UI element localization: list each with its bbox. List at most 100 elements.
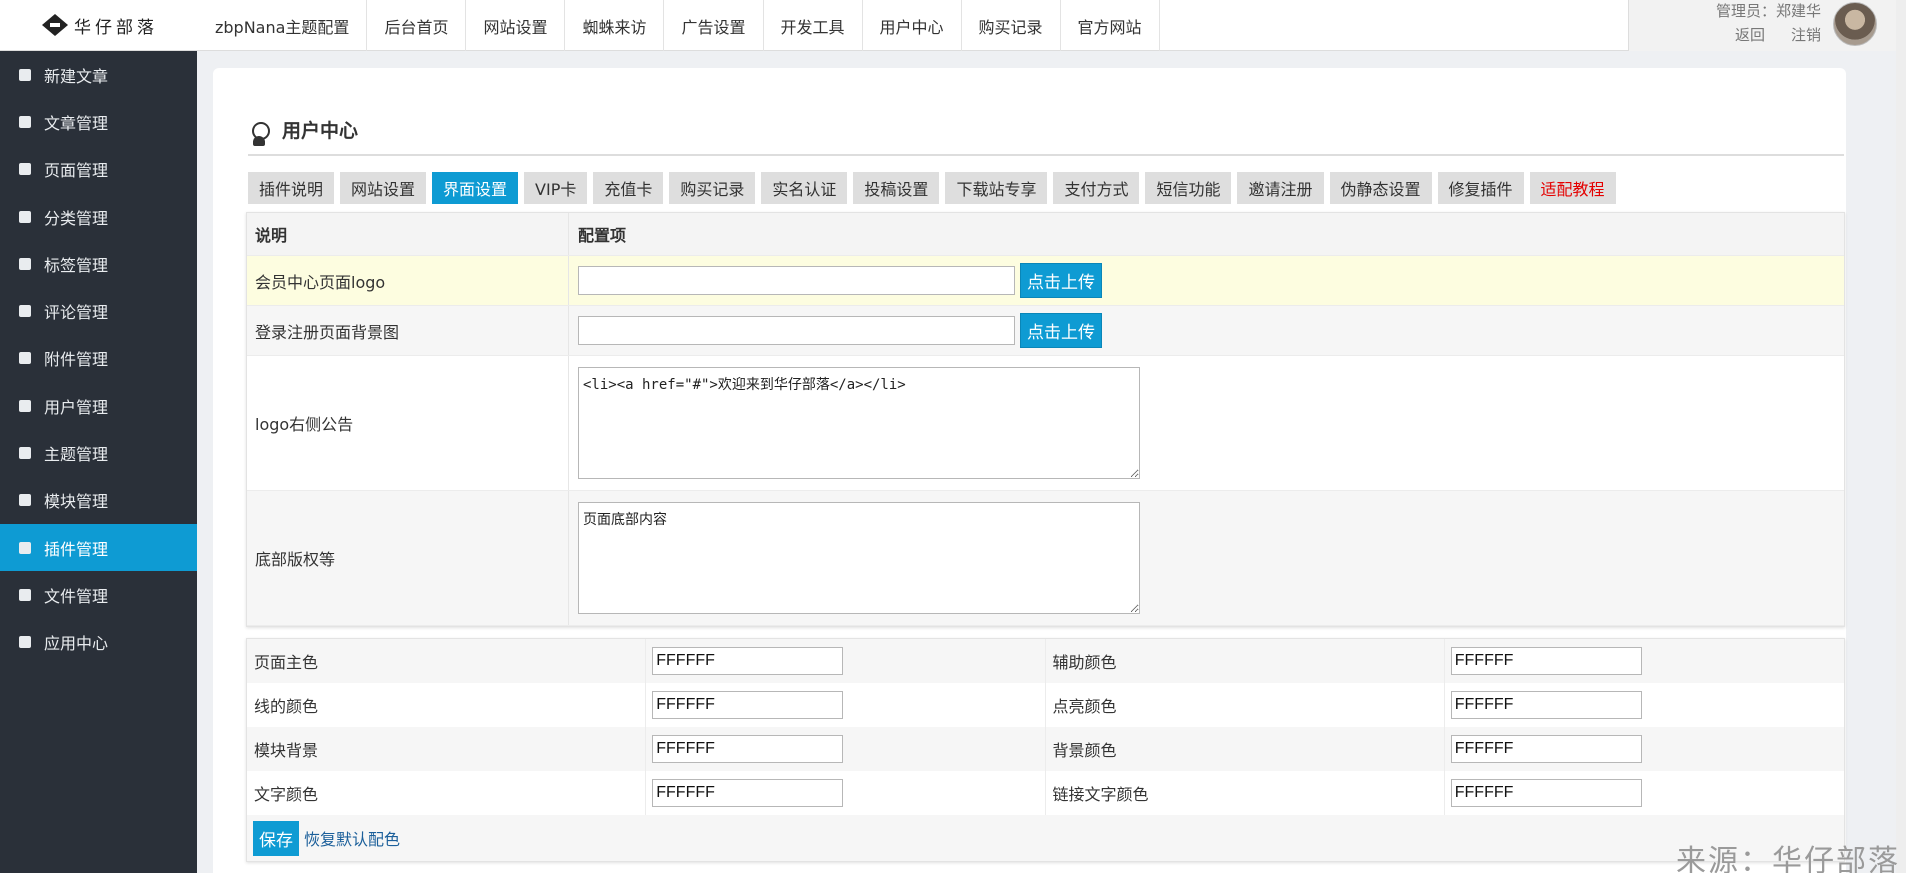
sidebar-item-comments[interactable]: 评论管理 [0,287,197,334]
sidebar-menu: 新建文章 文章管理 页面管理 分类管理 标签管理 评论管理 附件管理 用户管理 … [0,51,197,666]
line-color-input[interactable] [652,691,844,719]
plugin-icon [18,541,32,555]
text-color-input[interactable] [652,779,844,807]
topnav-theme-config[interactable]: zbpNana主题配置 [197,0,368,51]
tab-vip-card[interactable]: VIP卡 [524,172,588,204]
scrollbar[interactable] [1896,0,1906,873]
sidebar-item-label: 页面管理 [44,161,109,181]
header-description: 说明 [247,213,569,255]
color-label: 页面主色 [247,639,647,683]
color-value [646,639,1046,683]
sidebar-item-plugins[interactable]: 插件管理 [0,523,197,572]
color-row: 模块背景 背景颜色 [247,727,1844,771]
topnav-dev-tools[interactable]: 开发工具 [764,0,863,51]
page-header: 用户中心 [248,112,358,146]
sidebar-item-new-article[interactable]: 新建文章 [0,51,197,98]
tab-ui-settings[interactable]: 界面设置 [432,172,519,204]
user-box: 管理员：郑建华 返回 注销 [1628,0,1906,51]
logout-link[interactable]: 注销 [1791,24,1821,45]
topnav-spider-visits[interactable]: 蜘蛛来访 [565,0,665,51]
tab-rewrite[interactable]: 伪静态设置 [1329,172,1432,204]
table-row: 会员中心页面logo 点击上传 [247,256,1844,306]
row-label: 登录注册页面背景图 [247,306,569,355]
upload-button[interactable]: 点击上传 [1020,263,1102,298]
sidebar-item-label: 标签管理 [44,255,109,275]
color-label: 文字颜色 [247,771,647,815]
sidebar-item-label: 分类管理 [44,208,109,228]
sidebar-item-tags[interactable]: 标签管理 [0,240,197,287]
primary-color-input[interactable] [652,647,844,675]
footer-copyright-textarea[interactable]: 页面底部内容 [578,502,1140,614]
tab-download-site[interactable]: 下载站专享 [945,172,1048,204]
member-logo-input[interactable] [578,266,1015,295]
sidebar-item-pages[interactable]: 页面管理 [0,146,197,193]
link-color-input[interactable] [1450,779,1642,807]
tab-bar: 插件说明 网站设置 界面设置 VIP卡 充值卡 购买记录 实名认证 投稿设置 下… [248,172,1616,204]
login-bg-input[interactable] [578,316,1015,345]
tab-recharge-card[interactable]: 充值卡 [593,172,664,204]
sidebar-item-users[interactable]: 用户管理 [0,382,197,429]
topnav-purchase-records[interactable]: 购买记录 [962,0,1061,51]
tab-plugin-info[interactable]: 插件说明 [248,172,335,204]
secondary-color-input[interactable] [1450,647,1642,675]
tab-payment[interactable]: 支付方式 [1053,172,1140,204]
sidebar-item-label: 用户管理 [44,397,109,417]
row-control: <li><a href="#">欢迎来到华仔部落</a></li> [569,356,1844,490]
folder-icon [18,210,32,224]
color-label: 链接文字颜色 [1046,771,1445,815]
header-config-item: 配置项 [578,226,627,245]
tab-adapt-tutorial[interactable]: 适配教程 [1529,172,1616,204]
sidebar-item-categories[interactable]: 分类管理 [0,193,197,240]
sidebar-item-label: 应用中心 [44,634,109,654]
color-value [1445,727,1844,771]
row-label: 底部版权等 [247,491,569,625]
header-divider [248,154,1844,156]
sidebar-item-label: 模块管理 [44,492,109,512]
tab-purchase-records[interactable]: 购买记录 [669,172,756,204]
logo-notice-textarea[interactable]: <li><a href="#">欢迎来到华仔部落</a></li> [578,367,1140,479]
module-icon [18,493,32,507]
background-color-input[interactable] [1450,735,1642,763]
sidebar-item-articles[interactable]: 文章管理 [0,98,197,145]
sidebar-item-themes[interactable]: 主题管理 [0,429,197,476]
color-row: 页面主色 辅助颜色 [247,639,1844,683]
config-table: 说明 配置项 会员中心页面logo 点击上传 登录注册页面背景图 点击上传 lo… [246,212,1845,627]
color-label: 辅助颜色 [1046,639,1445,683]
tab-real-name[interactable]: 实名认证 [761,172,848,204]
tab-repair-plugin[interactable]: 修复插件 [1437,172,1524,204]
save-button[interactable]: 保存 [253,820,299,856]
color-value [1445,771,1844,815]
save-row: 保存 恢复默认配色 [247,815,1844,861]
sidebar-item-label: 附件管理 [44,350,109,370]
upload-button[interactable]: 点击上传 [1020,313,1102,348]
highlight-color-input[interactable] [1450,691,1642,719]
reset-colors-link[interactable]: 恢复默认配色 [304,826,400,850]
back-link[interactable]: 返回 [1735,24,1765,45]
tab-site-settings[interactable]: 网站设置 [340,172,427,204]
avatar[interactable] [1833,2,1877,46]
topnav-user-center[interactable]: 用户中心 [863,0,962,51]
sidebar-item-files[interactable]: 文件管理 [0,571,197,618]
document-icon [18,115,32,129]
topnav-dashboard[interactable]: 后台首页 [367,0,467,51]
sidebar-item-attachments[interactable]: 附件管理 [0,335,197,382]
row-label: 会员中心页面logo [247,256,569,305]
topnav-ad-settings[interactable]: 广告设置 [664,0,764,51]
sidebar-item-modules[interactable]: 模块管理 [0,477,197,524]
row-control: 点击上传 [569,256,1844,305]
logo[interactable]: 华仔部落 [0,0,197,51]
user-icon [18,399,32,413]
module-bg-input[interactable] [652,735,844,763]
color-label: 背景颜色 [1046,727,1445,771]
sidebar-item-label: 主题管理 [44,445,109,465]
tab-submission[interactable]: 投稿设置 [853,172,940,204]
topnav-official-site[interactable]: 官方网站 [1061,0,1160,51]
sidebar-item-label: 插件管理 [44,539,109,559]
color-row: 线的颜色 点亮颜色 [247,683,1844,727]
topnav-site-settings[interactable]: 网站设置 [466,0,566,51]
sidebar-item-app-center[interactable]: 应用中心 [0,619,197,666]
tab-invite[interactable]: 邀请注册 [1237,172,1324,204]
user-links: 返回 注销 [1735,24,1821,45]
row-control: 点击上传 [569,306,1844,355]
tab-sms[interactable]: 短信功能 [1145,172,1232,204]
